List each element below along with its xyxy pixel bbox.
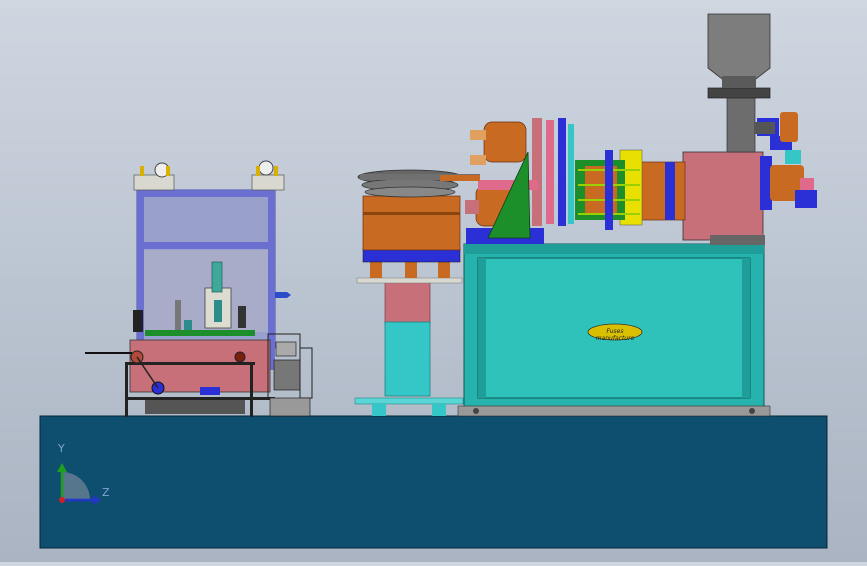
base-platform bbox=[39, 415, 828, 549]
cad-viewport[interactable]: Y Z Fuses manufacture bbox=[0, 0, 867, 562]
turntable-column-assembly bbox=[354, 169, 480, 416]
lifting-eye-left bbox=[133, 162, 175, 191]
left-frame-assembly bbox=[85, 160, 313, 417]
axis-x-origin-icon bbox=[59, 497, 65, 503]
lifting-eye-right bbox=[251, 160, 285, 191]
cad-model-svg bbox=[39, 13, 828, 549]
extruder-unit bbox=[440, 13, 817, 245]
triad-y-label: Y bbox=[58, 442, 65, 455]
nameplate-label: Fuses manufacture bbox=[595, 328, 635, 342]
triad-z-label: Z bbox=[102, 486, 110, 499]
